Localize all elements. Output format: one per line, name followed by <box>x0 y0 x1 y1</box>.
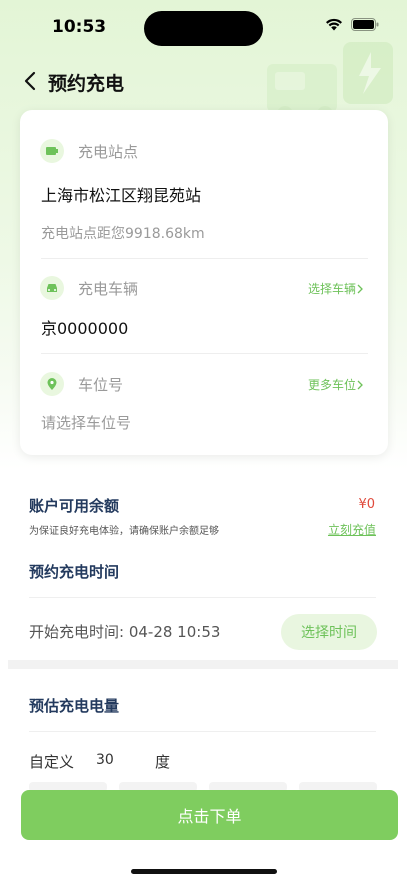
location-pin-icon <box>40 372 64 396</box>
vehicle-plate: 京0000000 <box>41 319 129 338</box>
station-header: 充电站点 <box>40 138 138 164</box>
chevron-left-icon <box>24 71 36 91</box>
select-vehicle-text: 选择车辆 <box>307 282 356 296</box>
estimate-title: 预估充电电量 <box>29 697 120 715</box>
dynamic-island <box>144 11 263 46</box>
balance-title: 账户可用余额 <box>29 497 120 515</box>
more-parking-link[interactable]: 更多车位 <box>308 376 364 393</box>
balance-hint: 为保证良好充电体验，请确保账户余额足够 <box>29 526 219 537</box>
parking-label: 车位号 <box>78 375 124 394</box>
status-bar: 10:53 <box>0 0 407 56</box>
status-time: 10:53 <box>52 17 107 37</box>
more-parking-text: 更多车位 <box>307 378 356 392</box>
station-icon <box>40 139 64 163</box>
status-icons <box>325 18 379 31</box>
start-time-label: 开始充电时间: 04-28 10:53 <box>29 623 221 641</box>
select-time-button[interactable]: 选择时间 <box>281 614 377 650</box>
divider <box>29 597 376 598</box>
page-title: 预约充电 <box>48 73 125 95</box>
divider <box>29 731 376 732</box>
recharge-link[interactable]: 立刻充值 <box>328 521 376 538</box>
home-indicator <box>131 869 277 874</box>
nav-bar: 预约充电 <box>0 60 407 102</box>
chevron-right-icon <box>357 380 363 389</box>
station-distance: 充电站点距您9918.68km <box>41 226 205 242</box>
divider <box>41 258 368 259</box>
custom-unit: 度 <box>155 753 171 771</box>
wifi-icon <box>326 18 342 31</box>
vehicle-header: 充电车辆 <box>40 275 138 301</box>
custom-label: 自定义 <box>29 753 75 771</box>
divider <box>41 353 368 354</box>
select-vehicle-link[interactable]: 选择车辆 <box>308 280 364 297</box>
vehicle-label: 充电车辆 <box>78 279 139 298</box>
booking-info-card: 充电站点 上海市松江区翔昆苑站 充电站点距您9918.68km 充电车辆 选择车… <box>20 110 388 455</box>
booking-time-title: 预约充电时间 <box>29 563 120 581</box>
battery-icon <box>351 18 379 31</box>
chevron-right-icon <box>357 284 363 293</box>
balance-amount: ¥0 <box>358 497 375 512</box>
car-icon <box>40 276 64 300</box>
custom-amount-input[interactable]: 30 <box>96 752 114 768</box>
section-separator <box>8 660 398 669</box>
parking-select-field[interactable]: 请选择车位号 <box>41 412 131 433</box>
station-label: 充电站点 <box>78 142 139 161</box>
back-button[interactable] <box>18 68 42 94</box>
station-name: 上海市松江区翔昆苑站 <box>41 186 202 205</box>
parking-header: 车位号 <box>40 371 123 397</box>
place-order-button[interactable]: 点击下单 <box>21 790 398 840</box>
